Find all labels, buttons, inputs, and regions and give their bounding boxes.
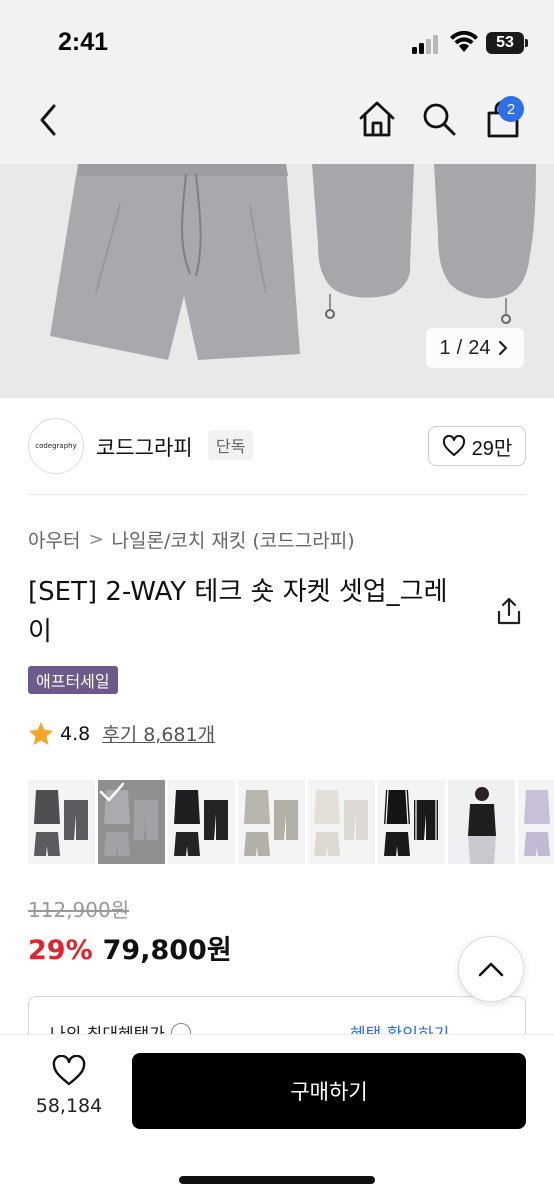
wishlist-button[interactable]: 58,184 xyxy=(28,1054,110,1117)
gallery-pager[interactable]: 1 / 24 xyxy=(426,328,524,368)
chevron-right-icon xyxy=(499,340,508,356)
chevron-up-icon xyxy=(478,962,504,977)
color-option-black[interactable] xyxy=(168,780,235,864)
outfit-thumbnail xyxy=(34,790,88,856)
outfit-thumbnail xyxy=(174,790,228,856)
checkmark-icon xyxy=(99,782,125,802)
discount-rate: 29% xyxy=(28,935,93,966)
brand-like-button[interactable]: 29만 xyxy=(428,426,526,466)
back-arrow-icon[interactable] xyxy=(30,100,70,140)
status-bar: 2:41 53 xyxy=(0,0,554,88)
buy-button[interactable]: 구매하기 xyxy=(132,1053,526,1129)
breadcrumb-item-category[interactable]: 아우터 xyxy=(28,526,80,553)
breadcrumb-separator: > xyxy=(88,529,104,550)
review-link[interactable]: 후기 8,681개 xyxy=(102,720,215,747)
outfit-thumbnail xyxy=(244,790,298,856)
color-option-model[interactable] xyxy=(448,780,515,864)
breadcrumb: 아우터 > 나일론/코치 재킷 (코드그라피) xyxy=(28,526,355,553)
heart-outline-icon xyxy=(52,1054,86,1086)
cellular-signal-icon xyxy=(412,34,442,54)
cart-count-badge: 2 xyxy=(498,96,524,122)
product-title: [SET] 2-WAY 테크 숏 자켓 셋업_그레이 xyxy=(28,577,448,647)
price-row: 29% 79,800원 xyxy=(28,928,232,967)
outfit-thumbnail xyxy=(524,790,550,856)
color-options xyxy=(28,780,554,864)
top-nav xyxy=(0,88,554,164)
pager-total: 24 xyxy=(468,336,491,359)
battery-indicator: 53 xyxy=(486,32,524,54)
brand-row: codegraphy 코드그라피 단독 29만 xyxy=(0,398,554,494)
status-time: 2:41 xyxy=(58,28,109,56)
divider xyxy=(28,494,526,495)
original-price: 112,900원 xyxy=(28,898,130,922)
sale-price: 79,800원 xyxy=(102,935,232,966)
home-indicator xyxy=(179,1176,375,1184)
star-icon xyxy=(29,721,53,745)
color-option-beige-gray[interactable] xyxy=(238,780,305,864)
home-icon[interactable] xyxy=(356,98,398,140)
wishlist-count: 58,184 xyxy=(35,1095,103,1117)
scroll-top-button[interactable] xyxy=(458,936,524,1002)
outfit-thumbnail xyxy=(448,780,515,864)
breadcrumb-item-subcategory[interactable]: 나일론/코치 재킷 (코드그라피) xyxy=(112,526,355,553)
brand-name[interactable]: 코드그라피 xyxy=(96,432,193,462)
wifi-icon xyxy=(450,30,478,52)
pager-separator: / xyxy=(456,336,463,359)
sale-badge: 애프터세일 xyxy=(28,666,118,694)
brand-like-count: 29만 xyxy=(471,437,513,460)
rating-row: 4.8 후기 8,681개 xyxy=(28,720,215,747)
battery-tip xyxy=(525,39,528,47)
share-icon[interactable] xyxy=(494,596,524,626)
brand-logo-text: codegraphy xyxy=(35,442,77,450)
rating-value: 4.8 xyxy=(60,722,91,745)
color-option-black-white[interactable] xyxy=(378,780,445,864)
outfit-thumbnail xyxy=(384,789,438,856)
brand-logo[interactable]: codegraphy xyxy=(28,418,84,474)
search-icon[interactable] xyxy=(418,98,460,140)
color-option-gray-selected[interactable] xyxy=(98,780,165,864)
color-option-ivory[interactable] xyxy=(308,780,375,864)
outfit-thumbnail xyxy=(314,790,368,856)
heart-outline-icon xyxy=(442,435,465,456)
exclusive-tag: 단독 xyxy=(208,430,254,460)
pager-current: 1 xyxy=(439,336,451,359)
color-option-lavender[interactable] xyxy=(518,780,554,864)
color-option-charcoal[interactable] xyxy=(28,780,95,864)
